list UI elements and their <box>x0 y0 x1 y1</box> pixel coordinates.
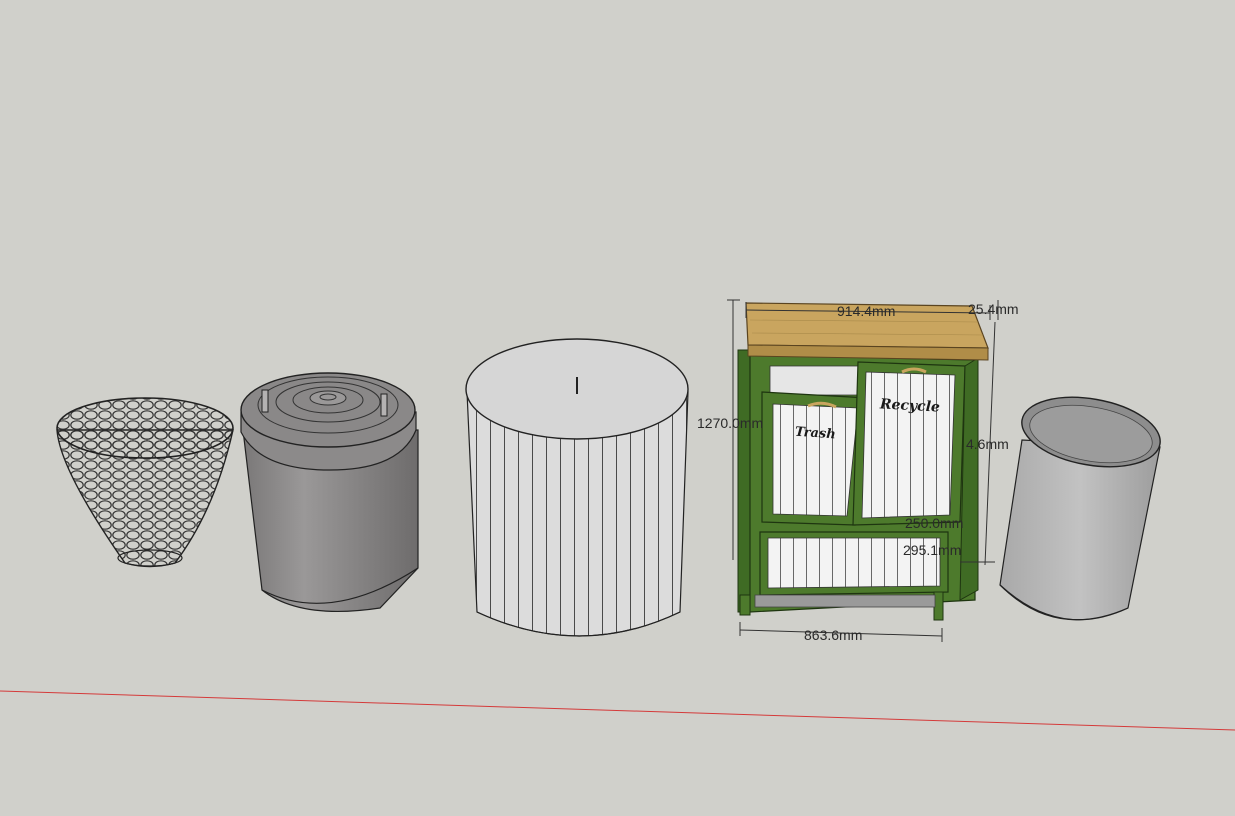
dim-height: 1270.0mm <box>697 415 763 431</box>
ground-axis-line <box>0 690 1235 731</box>
metal-cylinder-bin[interactable] <box>999 387 1166 621</box>
dim-base-width: 863.6mm <box>804 627 862 643</box>
trash-label: Trash <box>794 425 836 443</box>
dim-top-width: 914.4mm <box>837 303 895 319</box>
dim-top-thickness: 25.4mm <box>968 301 1019 317</box>
lidded-trash-can[interactable] <box>240 372 419 612</box>
ribbed-round-bin[interactable] <box>465 338 689 637</box>
wire-mesh-basket[interactable] <box>56 397 234 568</box>
dim-lower-panel: 295.1mm <box>903 542 961 558</box>
trash-door[interactable]: Trash <box>761 391 869 526</box>
dim-door-gap: 250.0mm <box>905 515 963 531</box>
dim-right-side: 4.6mm <box>966 436 1009 452</box>
3d-viewport[interactable]: Trash Recycle 914.4mm 25.4mm 1270.0mm 4.… <box>0 0 1235 816</box>
recycle-door[interactable]: Recycle <box>852 361 966 526</box>
recycle-label: Recycle <box>879 396 941 415</box>
trash-recycle-cabinet[interactable]: Trash Recycle <box>737 302 989 621</box>
